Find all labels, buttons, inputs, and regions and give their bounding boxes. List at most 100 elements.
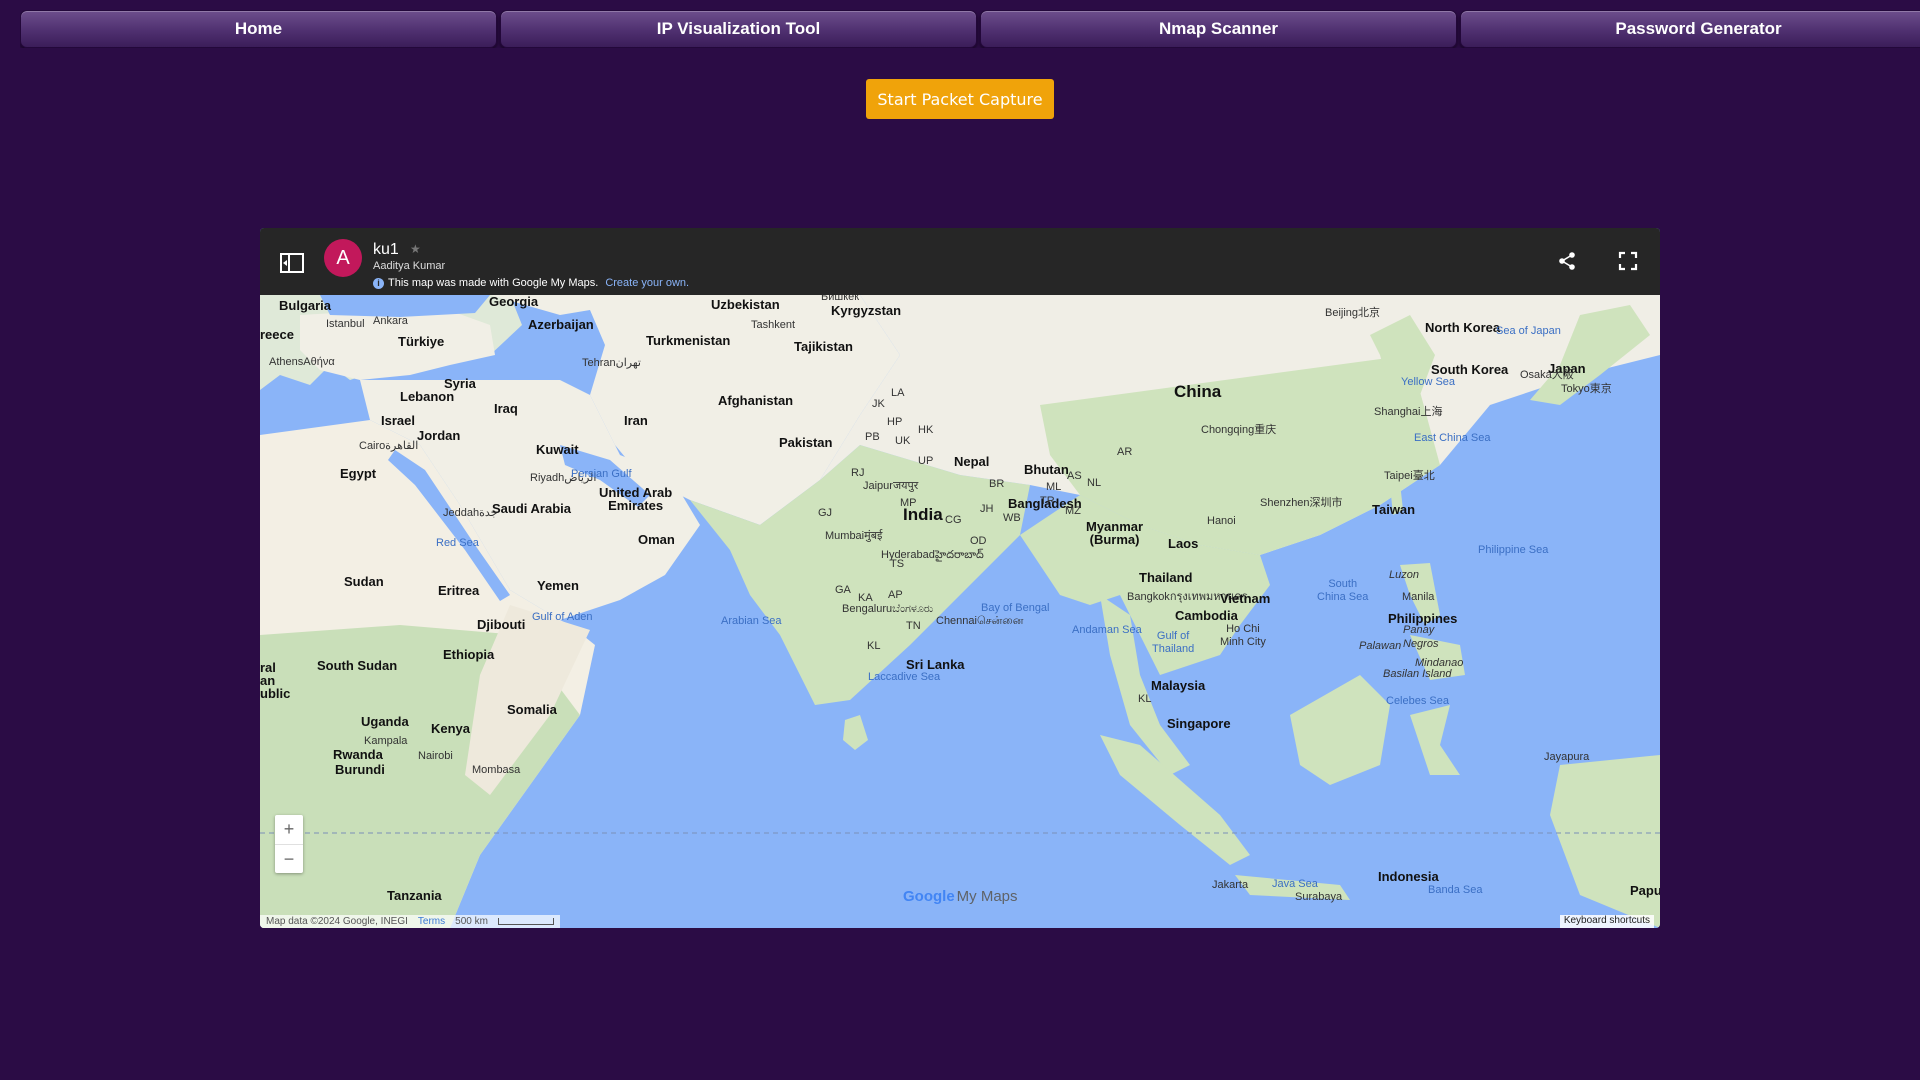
map-label-region-up: UP [918, 455, 934, 467]
map-label-luzon: Luzon [1389, 569, 1419, 581]
map-label-china: China [1174, 382, 1222, 401]
map-label-somalia: Somalia [507, 702, 557, 717]
made-with-notice: i This map was made with Google My Maps.… [373, 277, 689, 289]
map-label-afghanistan: Afghanistan [718, 393, 794, 408]
map-label-region-tn: TN [906, 620, 921, 632]
map-label-shanghai: Shanghai上海 [1374, 406, 1443, 418]
map-label-tanzania: Tanzania [387, 888, 442, 903]
map-label-saudi-arabia: Saudi Arabia [492, 501, 571, 516]
map-label-nairobi: Nairobi [418, 750, 453, 762]
map-label-surabaya: Surabaya [1295, 891, 1343, 903]
map-label-region-hk: HK [918, 424, 934, 436]
map-label-papua: Papua [1630, 883, 1660, 898]
start-packet-capture-button[interactable]: Start Packet Capture [866, 79, 1054, 119]
zoom-controls: + − [275, 815, 303, 873]
map-label-sea-of-japan: Sea of Japan [1496, 325, 1561, 337]
map-label-athens: AthensΑθήνα [269, 356, 335, 368]
map-label-north-korea: North Korea [1425, 320, 1501, 335]
map-label-kenya: Kenya [431, 721, 471, 736]
map-label-jordan: Jordan [417, 428, 461, 443]
map-label-azerbaijan: Azerbaijan [528, 317, 594, 332]
nav-password-generator-button[interactable]: Password Generator [1460, 10, 1920, 48]
map-label-uzbekistan: Uzbekistan [711, 297, 780, 312]
map-label-bulgaria: Bulgaria [279, 298, 332, 313]
map-label-region-mz: MZ [1065, 505, 1081, 517]
map-label-gulf-of-thailand: Gulf of Thailand [1152, 630, 1195, 655]
map-label-region-gj: GJ [818, 507, 833, 519]
map-label-rwanda: Rwanda [333, 747, 383, 762]
map-label-region-nl: NL [1087, 477, 1102, 489]
map-canvas[interactable]: Bulgaria reece Istanbul Ankara Türkiye G… [260, 291, 1660, 928]
map-label-israel: Israel [381, 413, 415, 428]
map-label-tajikistan: Tajikistan [794, 339, 854, 354]
nav-home-button[interactable]: Home [20, 10, 497, 48]
map-label-region-pb: PB [865, 431, 880, 443]
map-label-eritrea: Eritrea [438, 583, 480, 598]
map-label-region-kl: KL [867, 640, 881, 652]
map-embed: A ku1 ★ Aaditya Kumar i This map was mad… [260, 228, 1660, 928]
map-label-east-china-sea: East China Sea [1414, 432, 1491, 444]
map-label-uae: United Arab Emirates [599, 485, 673, 513]
map-label-sri-lanka: Sri Lanka [906, 657, 965, 672]
map-label-red-sea: Red Sea [436, 537, 479, 549]
map-label-region-ga: GA [835, 584, 851, 596]
map-label-thailand: Thailand [1139, 570, 1193, 585]
nav-nmap-scanner-button[interactable]: Nmap Scanner [980, 10, 1457, 48]
map-label-uganda: Uganda [361, 714, 409, 729]
map-label-south-china-sea: South China Sea [1317, 578, 1369, 603]
map-label-georgia: Georgia [489, 294, 539, 309]
map-label-jaipur: Jaipurजयपुर [863, 480, 919, 492]
map-label-banda-sea: Banda Sea [1428, 884, 1483, 896]
map-label-jakarta: Jakarta [1212, 879, 1249, 891]
zoom-in-button[interactable]: + [275, 815, 303, 844]
map-label-negros: Negros [1403, 638, 1439, 650]
map-label-celebes-sea: Celebes Sea [1386, 695, 1449, 707]
map-label-chennai: Chennaiசென்னை [936, 615, 1024, 627]
map-label-bay-of-bengal: Bay of Bengal [981, 602, 1050, 614]
avatar[interactable]: A [324, 239, 362, 277]
map-label-osaka: Osaka大阪 [1520, 369, 1574, 381]
made-with-text: This map was made with Google My Maps. [388, 277, 599, 289]
map-label-laccadive-sea: Laccadive Sea [868, 671, 941, 683]
map-label-kuwait: Kuwait [536, 442, 579, 457]
nav-ip-visualization-button[interactable]: IP Visualization Tool [500, 10, 977, 48]
map-label-ethiopia: Ethiopia [443, 647, 495, 662]
map-label-kyrgyzstan: Kyrgyzstan [831, 303, 902, 318]
map-label-singapore: Singapore [1167, 716, 1231, 731]
zoom-out-button[interactable]: − [275, 844, 303, 874]
map-label-region-br: BR [989, 478, 1005, 490]
map-label-egypt: Egypt [340, 466, 377, 481]
map-label-region-ts: TS [890, 558, 905, 570]
map-label-palawan: Palawan [1359, 640, 1402, 652]
info-icon: i [373, 277, 384, 289]
fullscreen-icon[interactable] [1617, 250, 1639, 272]
star-icon[interactable]: ★ [410, 242, 421, 256]
map-label-yemen: Yemen [537, 578, 579, 593]
map-label-turkmenistan: Turkmenistan [646, 333, 731, 348]
map-label-panay: Panay [1403, 624, 1435, 636]
map-label-laos: Laos [1168, 536, 1199, 551]
map-author: Aaditya Kumar [373, 260, 446, 272]
map-label-south-sudan: South Sudan [317, 658, 398, 673]
map-label-region-as: AS [1067, 470, 1082, 482]
map-data-credit: Map data ©2024 Google, INEGI [266, 916, 408, 927]
side-panel-icon[interactable] [280, 253, 304, 273]
terms-link[interactable]: Terms [418, 916, 445, 927]
map-header: A ku1 ★ Aaditya Kumar i This map was mad… [260, 228, 1660, 295]
map-label-manila: Manila [1402, 591, 1435, 603]
share-icon[interactable] [1556, 250, 1578, 272]
map-label-java-sea: Java Sea [1272, 878, 1318, 890]
map-label-region-ar: AR [1117, 446, 1133, 458]
top-nav: Home IP Visualization Tool Nmap Scanner … [20, 10, 1920, 48]
map-label-region-ml: ML [1046, 481, 1062, 493]
map-label-taipei: Taipei臺北 [1384, 470, 1435, 482]
map-label-istanbul: Istanbul [326, 318, 365, 330]
map-label-iran: Iran [624, 413, 648, 428]
map-label-gulf-of-aden: Gulf of Aden [532, 611, 593, 623]
map-label-ho-chi-minh-city: Ho Chi Minh City [1220, 623, 1266, 648]
map-label-iraq: Iraq [494, 401, 518, 416]
create-your-own-link[interactable]: Create your own. [605, 277, 689, 289]
map-label-region-hp: HP [887, 416, 903, 428]
map-label-ublic: ublic [260, 686, 291, 701]
keyboard-shortcuts-button[interactable]: Keyboard shortcuts [1559, 915, 1654, 928]
